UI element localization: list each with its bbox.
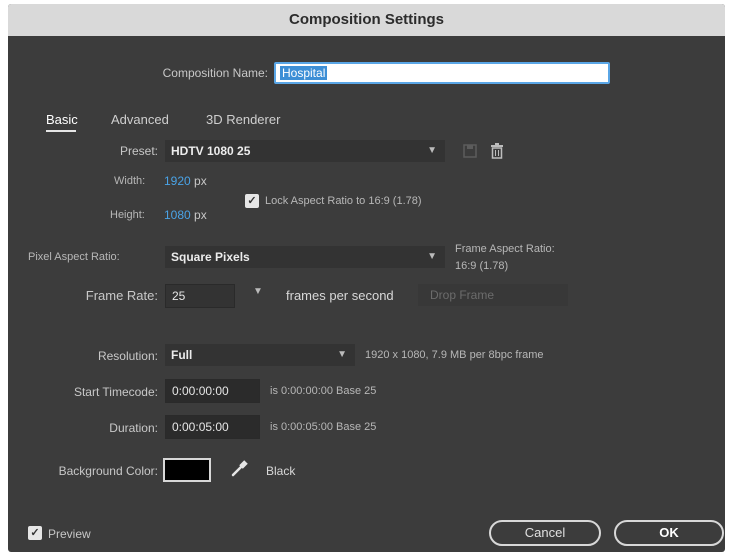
- background-color-label: Background Color:: [58, 464, 158, 478]
- save-preset-icon[interactable]: [463, 144, 477, 158]
- drop-frame-dropdown: Drop Frame: [418, 284, 568, 306]
- preset-label: Preset:: [119, 144, 158, 158]
- width-value[interactable]: 1920: [164, 174, 191, 188]
- background-color-swatch[interactable]: [163, 458, 211, 482]
- tab-basic[interactable]: Basic: [46, 112, 78, 127]
- height-value-group: 1080 px: [164, 208, 207, 222]
- duration-input[interactable]: 0:00:05:00: [165, 415, 260, 439]
- lock-aspect-checkbox[interactable]: ✓: [245, 194, 259, 208]
- frame-rate-input[interactable]: 25: [165, 284, 235, 308]
- chevron-down-icon: ▼: [337, 349, 347, 360]
- dialog-title: Composition Settings: [8, 4, 725, 36]
- preview-label: Preview: [48, 527, 91, 541]
- pixel-aspect-value: Square Pixels: [171, 250, 250, 264]
- resolution-dropdown[interactable]: Full ▼: [165, 344, 355, 366]
- composition-name-label: Composition Name:: [162, 66, 268, 80]
- resolution-info: 1920 x 1080, 7.9 MB per 8bpc frame: [365, 349, 544, 361]
- check-icon: ✓: [247, 195, 257, 207]
- pixel-aspect-dropdown[interactable]: Square Pixels ▼: [165, 246, 445, 268]
- composition-settings-dialog: Composition Settings Composition Name: H…: [8, 4, 725, 552]
- tab-3d-renderer[interactable]: 3D Renderer: [206, 112, 280, 127]
- chevron-down-icon: ▼: [427, 251, 437, 262]
- width-label: Width:: [114, 175, 146, 187]
- active-tab-indicator: [46, 130, 76, 132]
- frame-rate-chevron-icon[interactable]: ▼: [253, 286, 263, 297]
- height-unit: px: [194, 208, 207, 222]
- duration-label: Duration:: [109, 421, 158, 435]
- frame-aspect-label: Frame Aspect Ratio:: [455, 243, 555, 255]
- frame-rate-label: Frame Rate:: [85, 288, 158, 303]
- preset-value: HDTV 1080 25: [171, 144, 251, 158]
- width-unit: px: [194, 174, 207, 188]
- composition-name-value: Hospital: [280, 66, 328, 80]
- frame-rate-unit: frames per second: [286, 288, 394, 303]
- start-timecode-info: is 0:00:00:00 Base 25: [270, 385, 377, 397]
- duration-info: is 0:00:05:00 Base 25: [270, 421, 377, 433]
- start-timecode-input[interactable]: 0:00:00:00: [165, 379, 260, 403]
- preview-checkbox[interactable]: ✓: [28, 526, 42, 540]
- resolution-label: Resolution:: [97, 349, 158, 363]
- pixel-aspect-label: Pixel Aspect Ratio:: [28, 251, 120, 263]
- preset-dropdown[interactable]: HDTV 1080 25 ▼: [165, 140, 445, 162]
- resolution-value: Full: [171, 348, 193, 362]
- composition-name-input[interactable]: Hospital: [274, 62, 610, 84]
- frame-aspect-value: 16:9 (1.78): [455, 260, 509, 272]
- height-label: Height:: [110, 209, 145, 221]
- start-timecode-label: Start Timecode:: [73, 385, 158, 399]
- chevron-down-icon: ▼: [427, 145, 437, 156]
- check-icon: ✓: [30, 527, 40, 539]
- background-color-name: Black: [266, 464, 296, 478]
- lock-aspect-label: Lock Aspect Ratio to 16:9 (1.78): [265, 195, 422, 207]
- height-value[interactable]: 1080: [164, 208, 191, 222]
- trash-icon[interactable]: [490, 143, 504, 159]
- eyedropper-icon[interactable]: [230, 460, 248, 478]
- width-value-group: 1920 px: [164, 174, 207, 188]
- tab-advanced[interactable]: Advanced: [111, 112, 169, 127]
- cancel-button[interactable]: Cancel: [489, 520, 601, 546]
- ok-button[interactable]: OK: [614, 520, 724, 546]
